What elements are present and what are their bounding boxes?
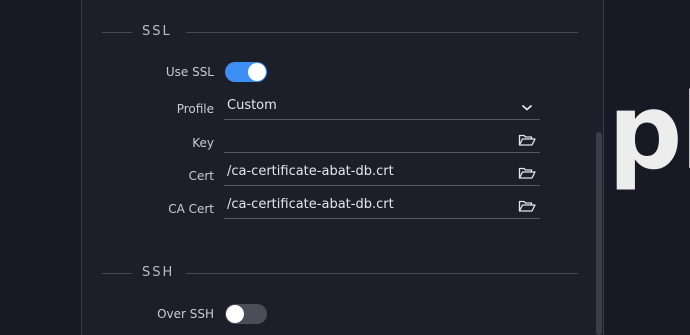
over-ssh-label: Over SSH: [157, 307, 214, 321]
use-ssl-label: Use SSL: [165, 65, 214, 79]
profile-select[interactable]: Custom: [224, 97, 540, 120]
toggle-knob: [226, 305, 244, 323]
profile-label: Profile: [176, 102, 214, 116]
cert-value: /ca-certificate-abat-db.crt: [227, 164, 394, 179]
use-ssl-toggle[interactable]: [225, 62, 267, 82]
key-file-field[interactable]: [224, 130, 540, 153]
ca-cert-file-field[interactable]: /ca-certificate-abat-db.crt: [224, 196, 540, 219]
ssl-section-title: SSL: [142, 24, 172, 39]
ssl-section-header: SSL: [102, 22, 578, 42]
over-ssh-toggle[interactable]: [225, 304, 267, 324]
panel-scrollbar[interactable]: [596, 132, 602, 335]
divider: [186, 32, 578, 33]
folder-open-icon[interactable]: [518, 133, 536, 147]
ca-cert-value: /ca-certificate-abat-db.crt: [227, 197, 394, 212]
divider: [102, 273, 132, 274]
chevron-down-icon: [522, 105, 532, 111]
toggle-knob: [248, 63, 266, 81]
cert-label: Cert: [188, 169, 214, 183]
divider: [102, 32, 132, 33]
folder-open-icon[interactable]: [518, 199, 536, 213]
divider: [186, 273, 578, 274]
folder-open-icon[interactable]: [518, 166, 536, 180]
cert-file-field[interactable]: /ca-certificate-abat-db.crt: [224, 163, 540, 186]
background-brand-text: pl: [608, 71, 690, 193]
ssh-section-header: SSH: [102, 263, 578, 283]
profile-value: Custom: [227, 98, 277, 113]
ca-cert-label: CA Cert: [168, 202, 214, 216]
ssh-section-title: SSH: [142, 265, 175, 280]
key-label: Key: [192, 136, 214, 150]
